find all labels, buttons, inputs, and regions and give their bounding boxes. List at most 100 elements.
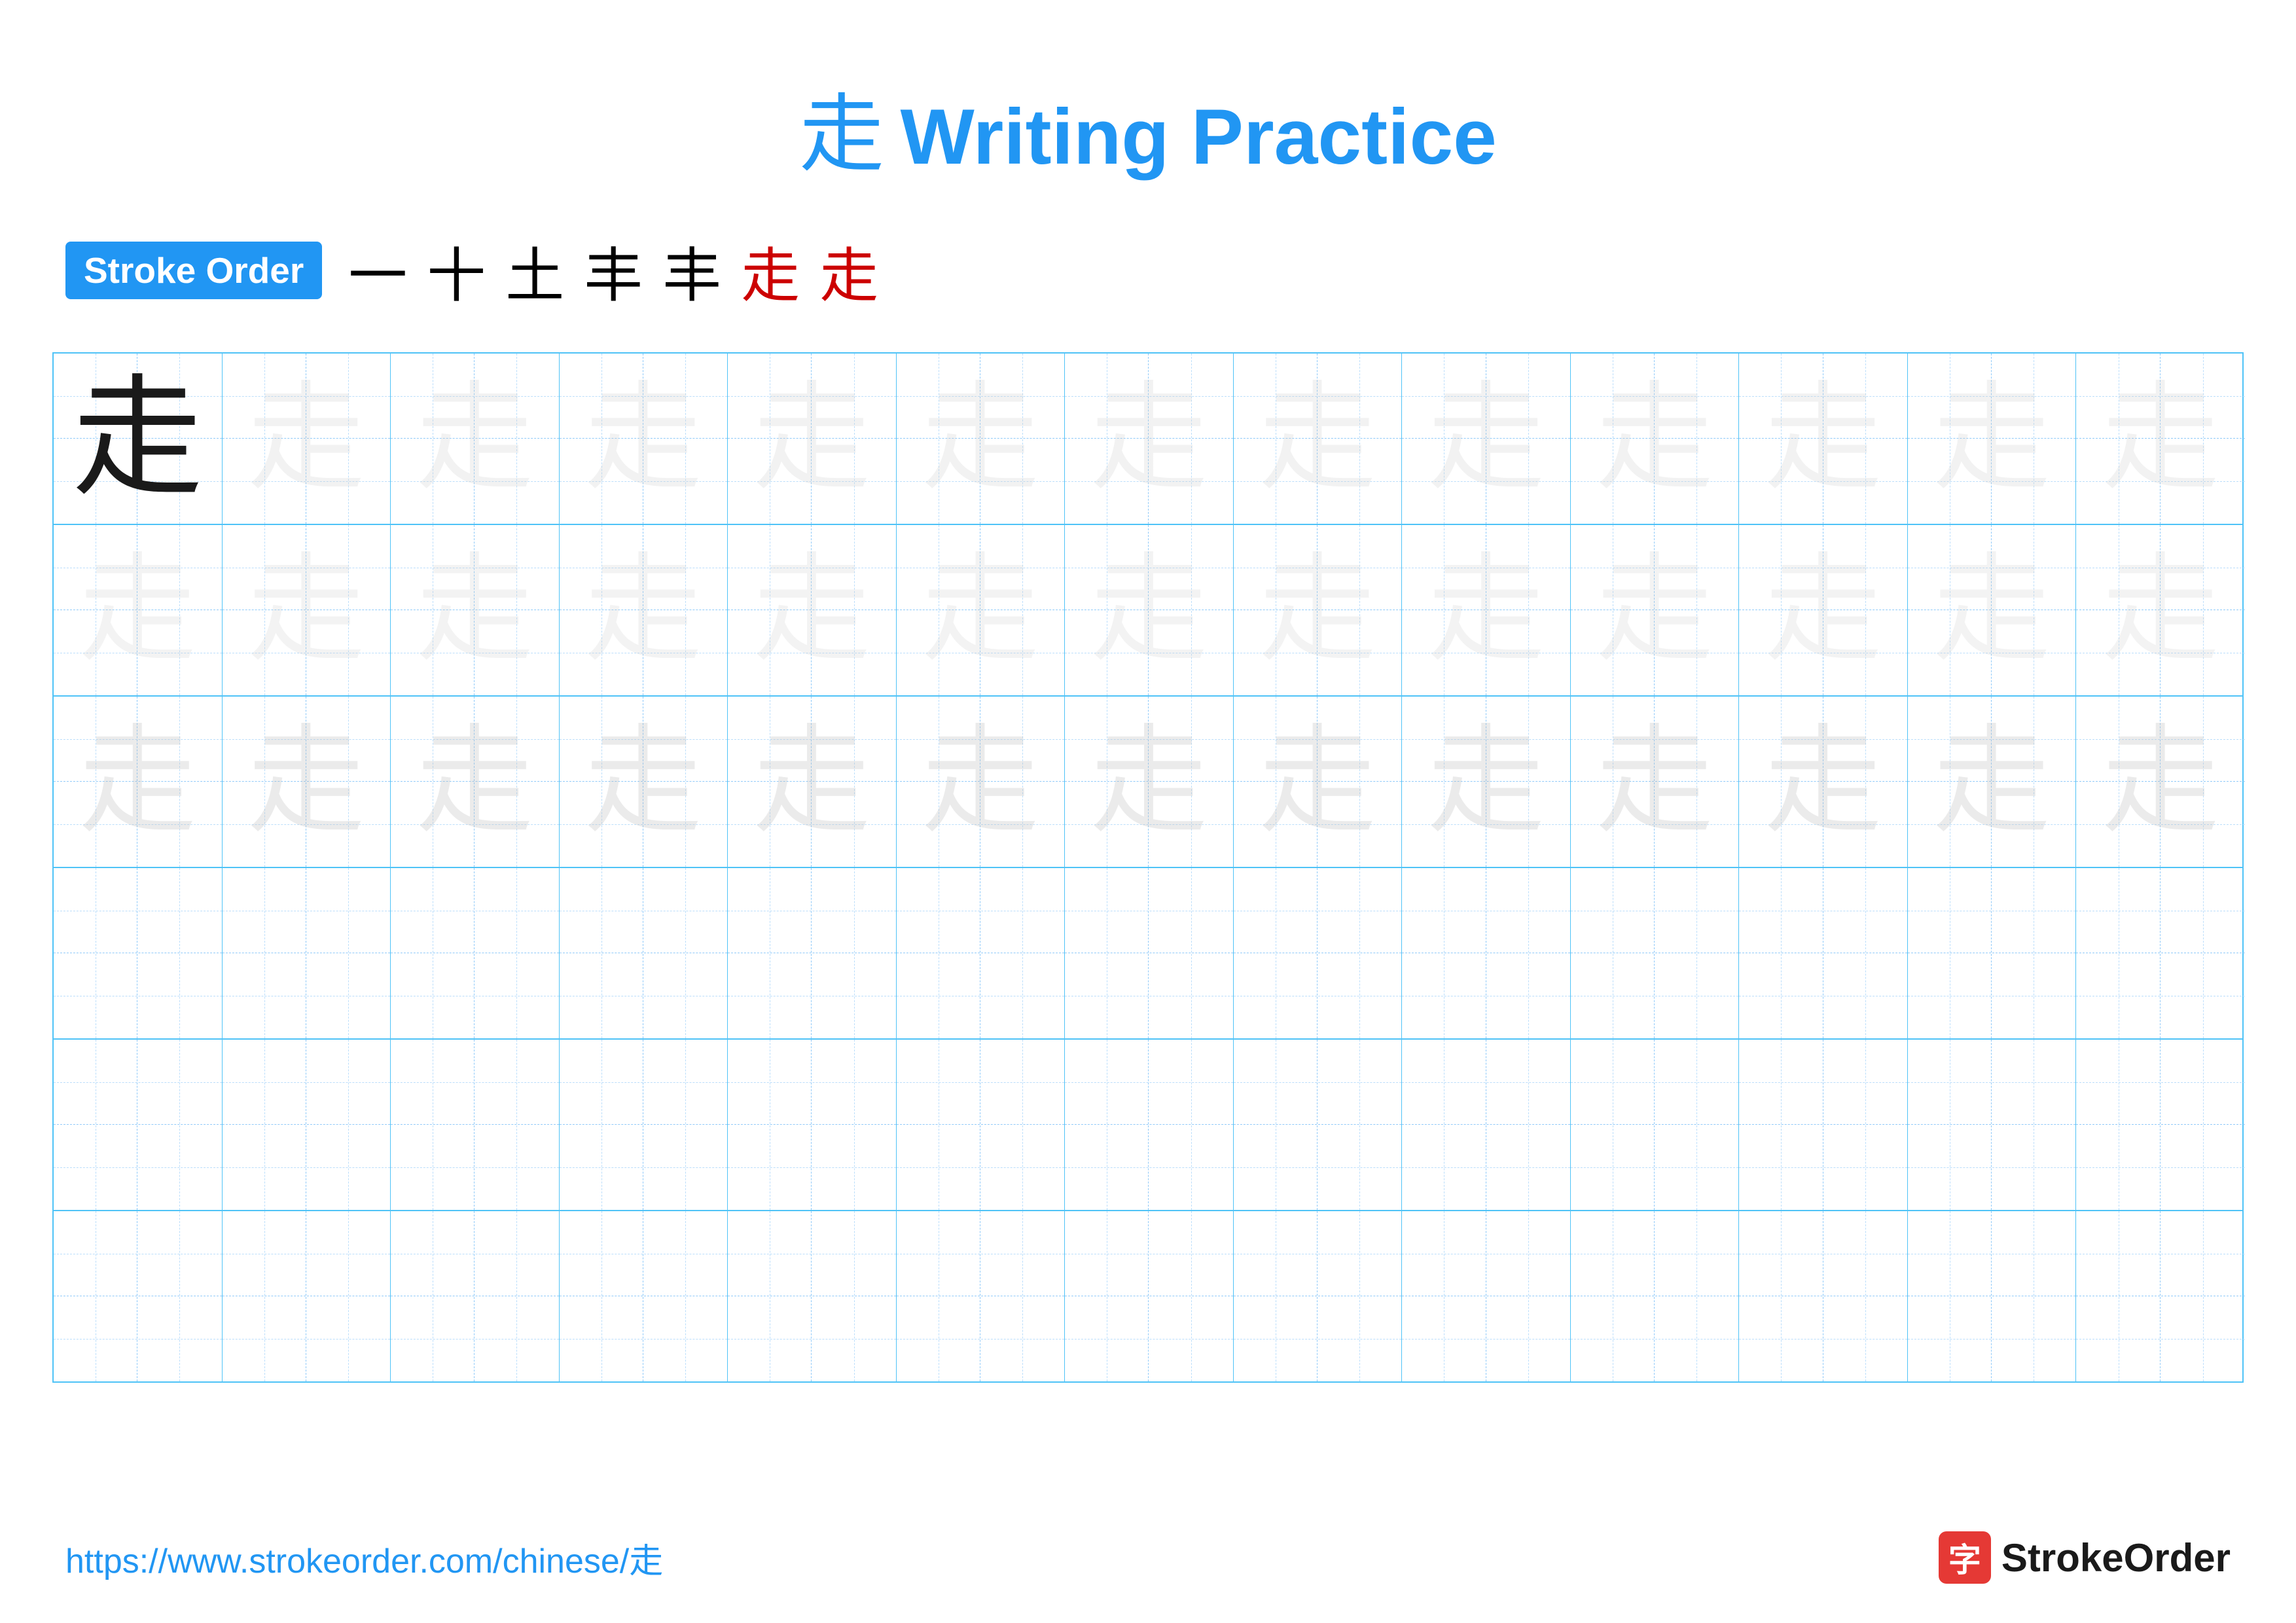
grid-cell-0-1[interactable]: 走 <box>223 354 391 524</box>
grid-cell-4-5[interactable] <box>897 1040 1066 1210</box>
grid-cell-5-1[interactable] <box>223 1211 391 1381</box>
grid-cell-2-11[interactable]: 走 <box>1908 697 2077 867</box>
grid-cell-1-8[interactable]: 走 <box>1402 525 1571 695</box>
grid-cell-5-11[interactable] <box>1908 1211 2077 1381</box>
grid-cell-1-2[interactable]: 走 <box>391 525 560 695</box>
grid-cell-2-5[interactable]: 走 <box>897 697 1066 867</box>
practice-char: 走 <box>2102 723 2219 841</box>
grid-cell-2-12[interactable]: 走 <box>2076 697 2245 867</box>
footer: https://www.strokeorder.com/chinese/走 字 … <box>0 1531 2296 1584</box>
grid-cell-2-4[interactable]: 走 <box>728 697 897 867</box>
practice-char: 走 <box>416 551 533 669</box>
grid-cell-1-7[interactable]: 走 <box>1234 525 1403 695</box>
grid-cell-1-5[interactable]: 走 <box>897 525 1066 695</box>
grid-cell-4-2[interactable] <box>391 1040 560 1210</box>
grid-cell-3-6[interactable] <box>1065 868 1234 1038</box>
grid-cell-0-9[interactable]: 走 <box>1571 354 1740 524</box>
grid-cell-1-0[interactable]: 走 <box>54 525 223 695</box>
grid-cell-5-6[interactable] <box>1065 1211 1234 1381</box>
practice-char: 走 <box>1933 723 2051 841</box>
grid-cell-0-7[interactable]: 走 <box>1234 354 1403 524</box>
grid-cell-5-8[interactable] <box>1402 1211 1571 1381</box>
grid-cell-4-0[interactable] <box>54 1040 223 1210</box>
grid-cell-1-10[interactable]: 走 <box>1739 525 1908 695</box>
grid-cell-3-9[interactable] <box>1571 868 1740 1038</box>
grid-cell-2-7[interactable]: 走 <box>1234 697 1403 867</box>
grid-cell-0-5[interactable]: 走 <box>897 354 1066 524</box>
grid-cell-1-1[interactable]: 走 <box>223 525 391 695</box>
grid-cell-1-11[interactable]: 走 <box>1908 525 2077 695</box>
grid-cell-0-3[interactable]: 走 <box>560 354 728 524</box>
grid-cell-0-11[interactable]: 走 <box>1908 354 2077 524</box>
grid-cell-4-7[interactable] <box>1234 1040 1403 1210</box>
grid-cell-2-9[interactable]: 走 <box>1571 697 1740 867</box>
grid-cell-0-12[interactable]: 走 <box>2076 354 2245 524</box>
grid-cell-4-12[interactable] <box>2076 1040 2245 1210</box>
grid-cell-5-12[interactable] <box>2076 1211 2245 1381</box>
practice-char: 走 <box>753 380 870 498</box>
grid-cell-3-0[interactable] <box>54 868 223 1038</box>
grid-row-0[interactable]: 走走走走走走走走走走走走走 <box>54 354 2242 525</box>
grid-cell-1-4[interactable]: 走 <box>728 525 897 695</box>
grid-cell-2-10[interactable]: 走 <box>1739 697 1908 867</box>
grid-cell-4-8[interactable] <box>1402 1040 1571 1210</box>
grid-cell-2-1[interactable]: 走 <box>223 697 391 867</box>
practice-char: 走 <box>1090 723 1208 841</box>
practice-grid: 走走走走走走走走走走走走走走走走走走走走走走走走走走走走走走走走走走走走走走走 <box>52 352 2244 1383</box>
grid-cell-3-2[interactable] <box>391 868 560 1038</box>
grid-cell-3-4[interactable] <box>728 868 897 1038</box>
grid-cell-3-3[interactable] <box>560 868 728 1038</box>
stroke-1: 一 <box>348 228 407 313</box>
grid-cell-2-6[interactable]: 走 <box>1065 697 1234 867</box>
grid-row-4[interactable] <box>54 1040 2242 1211</box>
grid-row-2[interactable]: 走走走走走走走走走走走走走 <box>54 697 2242 868</box>
grid-cell-5-0[interactable] <box>54 1211 223 1381</box>
practice-char: 走 <box>1090 380 1208 498</box>
grid-cell-0-8[interactable]: 走 <box>1402 354 1571 524</box>
grid-cell-4-9[interactable] <box>1571 1040 1740 1210</box>
grid-cell-0-6[interactable]: 走 <box>1065 354 1234 524</box>
grid-cell-4-4[interactable] <box>728 1040 897 1210</box>
practice-char: 走 <box>753 723 870 841</box>
grid-cell-3-1[interactable] <box>223 868 391 1038</box>
grid-cell-1-6[interactable]: 走 <box>1065 525 1234 695</box>
grid-cell-3-5[interactable] <box>897 868 1066 1038</box>
practice-char: 走 <box>1259 380 1376 498</box>
practice-char: 走 <box>1596 380 1713 498</box>
grid-cell-4-1[interactable] <box>223 1040 391 1210</box>
grid-cell-0-10[interactable]: 走 <box>1739 354 1908 524</box>
grid-cell-4-11[interactable] <box>1908 1040 2077 1210</box>
grid-cell-2-0[interactable]: 走 <box>54 697 223 867</box>
grid-cell-3-11[interactable] <box>1908 868 2077 1038</box>
grid-cell-2-2[interactable]: 走 <box>391 697 560 867</box>
stroke-7: 走 <box>819 228 878 313</box>
grid-cell-5-7[interactable] <box>1234 1211 1403 1381</box>
grid-cell-4-3[interactable] <box>560 1040 728 1210</box>
stroke-2: 十 <box>427 228 486 313</box>
grid-cell-1-12[interactable]: 走 <box>2076 525 2245 695</box>
grid-cell-1-3[interactable]: 走 <box>560 525 728 695</box>
grid-cell-5-2[interactable] <box>391 1211 560 1381</box>
grid-cell-0-0[interactable]: 走 <box>54 354 223 524</box>
practice-char: 走 <box>1596 723 1713 841</box>
grid-cell-3-7[interactable] <box>1234 868 1403 1038</box>
grid-cell-5-9[interactable] <box>1571 1211 1740 1381</box>
grid-cell-2-8[interactable]: 走 <box>1402 697 1571 867</box>
grid-cell-2-3[interactable]: 走 <box>560 697 728 867</box>
grid-cell-3-8[interactable] <box>1402 868 1571 1038</box>
grid-cell-5-10[interactable] <box>1739 1211 1908 1381</box>
grid-cell-1-9[interactable]: 走 <box>1571 525 1740 695</box>
grid-cell-5-3[interactable] <box>560 1211 728 1381</box>
grid-row-3[interactable] <box>54 868 2242 1040</box>
grid-cell-5-5[interactable] <box>897 1211 1066 1381</box>
practice-char: 走 <box>1933 380 2051 498</box>
grid-cell-3-10[interactable] <box>1739 868 1908 1038</box>
grid-cell-0-2[interactable]: 走 <box>391 354 560 524</box>
grid-row-1[interactable]: 走走走走走走走走走走走走走 <box>54 525 2242 697</box>
grid-cell-4-10[interactable] <box>1739 1040 1908 1210</box>
grid-row-5[interactable] <box>54 1211 2242 1381</box>
grid-cell-5-4[interactable] <box>728 1211 897 1381</box>
grid-cell-4-6[interactable] <box>1065 1040 1234 1210</box>
grid-cell-3-12[interactable] <box>2076 868 2245 1038</box>
grid-cell-0-4[interactable]: 走 <box>728 354 897 524</box>
